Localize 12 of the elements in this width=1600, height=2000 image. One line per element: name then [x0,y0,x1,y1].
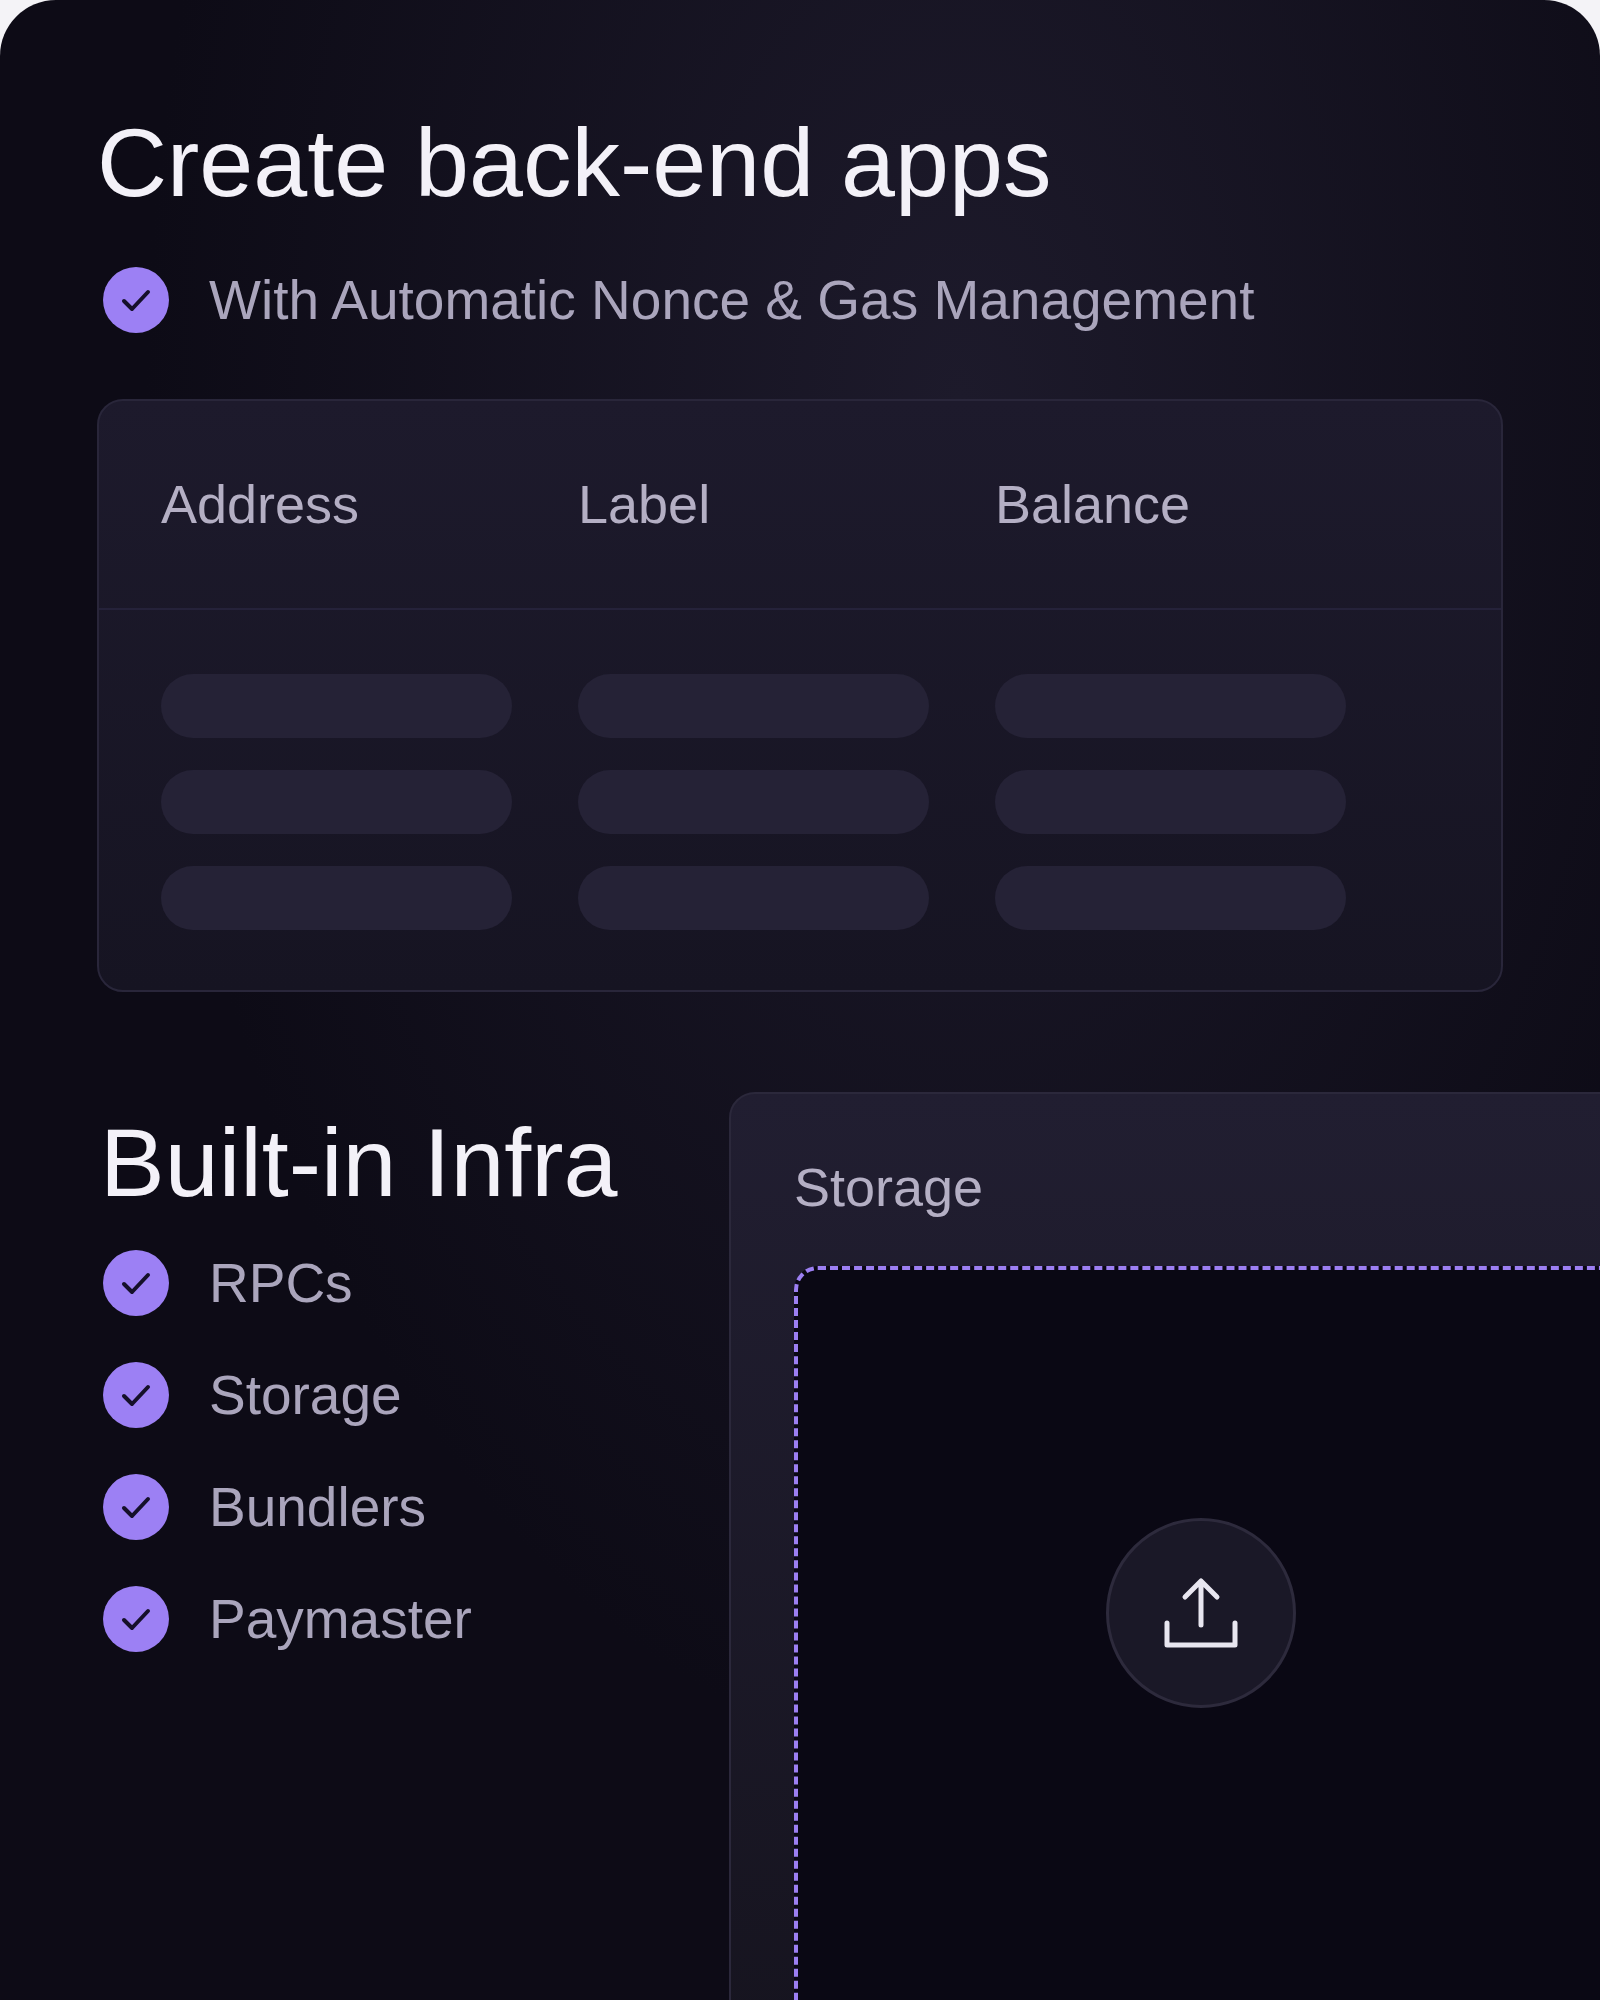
card-title: Storage [794,1155,985,1219]
upload-icon [1163,1576,1239,1649]
feature-label: Storage [209,1363,402,1428]
column-header: Address [161,473,361,536]
feature-label: Bundlers [209,1475,427,1540]
section-title: Create back-end apps [96,110,1053,217]
feature-label: RPCs [209,1251,353,1316]
column-header: Balance [995,473,1192,536]
feature-label: Paymaster [209,1587,472,1652]
column-header: Label [578,473,712,536]
section-title: Built-in Infra [99,1109,619,1217]
feature-label: With Automatic Nonce & Gas Management [209,267,1255,332]
